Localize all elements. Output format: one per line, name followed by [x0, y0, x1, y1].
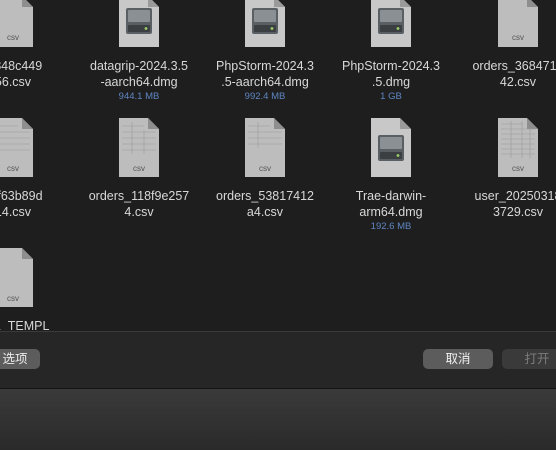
file-item[interactable]: PhpStorm-2024.3 .5.dmg 1 GB — [328, 0, 454, 110]
file-item[interactable]: csv orders_53817412 a4.csv — [202, 118, 328, 228]
disk-image-icon — [245, 0, 285, 47]
file-name: PhpStorm-2024.3 — [216, 59, 314, 73]
file-item[interactable]: csv _f848c449 56.csv — [0, 0, 76, 110]
csv-file-icon: csv — [245, 118, 285, 177]
file-item[interactable]: csv orders_3684717 42.csv — [455, 0, 556, 110]
cancel-button[interactable]: 取消 — [423, 349, 493, 369]
svg-text:csv: csv — [7, 164, 19, 173]
file-name: _f848c449 — [0, 59, 43, 73]
file-item[interactable]: csv _5f63b89d 14.csv — [0, 118, 76, 228]
file-size: 192.6 MB — [370, 221, 412, 232]
csv-file-icon: csv — [0, 248, 33, 307]
file-grid: csv _f848c449 56.csv datagrip-2024.3.5 -… — [0, 0, 556, 331]
file-name-cont: .5.dmg — [371, 75, 411, 89]
file-item[interactable]: PhpStorm-2024.3 .5-aarch64.dmg 992.4 MB — [202, 0, 328, 110]
open-file-dialog: csv _f848c449 56.csv datagrip-2024.3.5 -… — [0, 0, 556, 450]
file-name-cont: a4.csv — [246, 205, 284, 219]
file-size: 1 GB — [380, 91, 402, 102]
file-name: _5f63b89d — [0, 189, 43, 203]
open-button[interactable]: 打开 — [502, 349, 556, 369]
svg-text:csv: csv — [7, 294, 19, 303]
svg-text:csv: csv — [512, 33, 524, 42]
file-name-cont: 56.csv — [0, 75, 32, 89]
file-name-cont: 42.csv — [499, 75, 537, 89]
file-name: ULK_TEMPL — [0, 319, 50, 331]
file-name-cont: 4.csv — [124, 205, 154, 219]
file-name: orders_53817412 — [216, 189, 314, 203]
svg-text:csv: csv — [512, 164, 524, 173]
file-item[interactable]: csv user_20250318 3729.csv — [455, 118, 556, 228]
file-name: orders_3684717 — [472, 59, 556, 73]
file-name: datagrip-2024.3.5 — [90, 59, 188, 73]
disk-image-icon — [371, 0, 411, 47]
csv-file-icon: csv — [119, 118, 159, 177]
csv-file-icon: csv — [498, 0, 538, 47]
file-item[interactable]: Trae-darwin- arm64.dmg 192.6 MB — [328, 118, 454, 238]
disk-image-icon — [119, 0, 159, 47]
desktop-background — [0, 388, 556, 450]
file-name-cont: -aarch64.dmg — [100, 75, 178, 89]
file-name: PhpStorm-2024.3 — [342, 59, 440, 73]
file-name: orders_118f9e257 — [88, 189, 190, 203]
csv-file-icon: csv — [0, 118, 33, 177]
file-item[interactable]: datagrip-2024.3.5 -aarch64.dmg 944.1 MB — [76, 0, 202, 110]
disk-image-icon — [371, 118, 411, 177]
csv-file-icon: csv — [0, 0, 33, 47]
file-size: 944.1 MB — [118, 91, 160, 102]
file-name: user_20250318 — [474, 189, 556, 203]
svg-text:csv: csv — [133, 164, 145, 173]
svg-text:csv: csv — [259, 164, 271, 173]
csv-file-icon: csv — [498, 118, 538, 177]
file-name: Trae-darwin- — [355, 189, 427, 203]
file-size: 992.4 MB — [244, 91, 286, 102]
file-name-cont: 14.csv — [0, 205, 32, 219]
file-item[interactable]: csv orders_118f9e257 4.csv — [76, 118, 202, 228]
file-name-cont: 3729.csv — [492, 205, 544, 219]
options-button[interactable]: 选项 — [0, 349, 40, 369]
file-item[interactable]: csv ULK_TEMPL — [0, 248, 76, 331]
svg-text:csv: csv — [7, 33, 19, 42]
file-name-cont: arm64.dmg — [359, 205, 423, 219]
file-name-cont: .5-aarch64.dmg — [221, 75, 309, 89]
